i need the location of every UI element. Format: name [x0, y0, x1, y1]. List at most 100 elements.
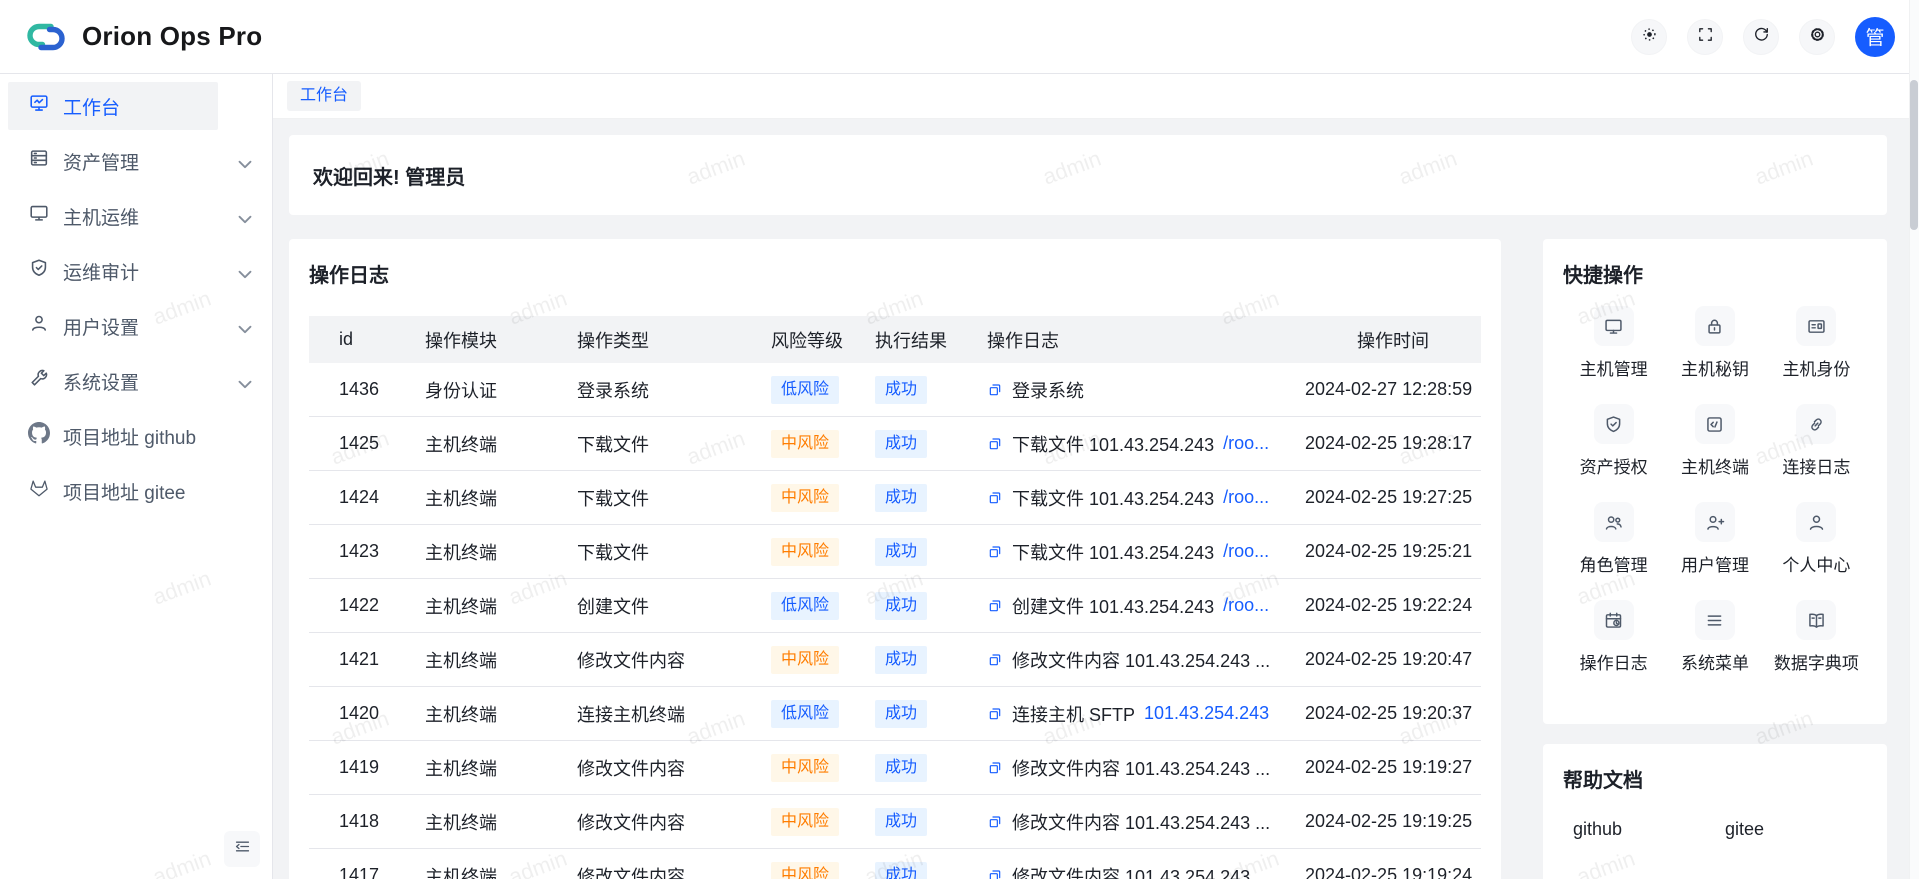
log-link[interactable]: 101.43.254.243	[1144, 703, 1269, 724]
cell-module: 主机终端	[425, 809, 577, 835]
table-header: id 操作模块 操作类型 风险等级 执行结果 操作日志 操作时间	[309, 316, 1481, 363]
quick-action-label: 角色管理	[1580, 551, 1648, 576]
copy-icon[interactable]	[987, 544, 1003, 560]
result-badge: 成功	[875, 646, 927, 674]
result-badge: 成功	[875, 592, 927, 620]
quick-action[interactable]: 角色管理	[1580, 502, 1648, 576]
sidebar-item[interactable]: 工作台	[8, 82, 218, 130]
quick-action[interactable]: 个人中心	[1782, 502, 1850, 576]
settings-button[interactable]	[1799, 19, 1835, 55]
tab-workbench[interactable]: 工作台	[287, 81, 361, 111]
sidebar-item[interactable]: 用户设置	[8, 302, 218, 350]
cell-log: 创建文件 101.43.254.243 /roo...	[987, 593, 1305, 619]
cell-log: 修改文件内容 101.43.254.243 ...	[987, 809, 1305, 835]
quick-action-icon	[1594, 502, 1634, 542]
menu-fold-icon	[233, 837, 252, 861]
sidebar-item[interactable]: 主机运维	[8, 192, 218, 240]
risk-badge: 低风险	[771, 700, 839, 728]
chevron-down-icon	[234, 373, 250, 389]
copy-icon[interactable]	[987, 868, 1003, 879]
quick-action-label: 数据字典项	[1774, 649, 1859, 674]
column-header-result: 执行结果	[875, 327, 987, 353]
gear-icon	[1808, 25, 1827, 49]
cell-type: 连接主机终端	[577, 701, 771, 727]
cell-type: 修改文件内容	[577, 755, 771, 781]
log-text: 下载文件 101.43.254.243	[1012, 539, 1214, 565]
cell-module: 主机终端	[425, 755, 577, 781]
column-header-log: 操作日志	[987, 327, 1305, 353]
help-link[interactable]: github	[1563, 819, 1715, 840]
cell-id: 1419	[309, 757, 425, 778]
copy-icon[interactable]	[987, 814, 1003, 830]
sidebar-item[interactable]: 运维审计	[8, 247, 218, 295]
log-link[interactable]: /roo...	[1223, 433, 1269, 454]
help-docs-panel: 帮助文档 github gitee	[1543, 744, 1887, 879]
cell-id: 1418	[309, 811, 425, 832]
sidebar-item-icon	[28, 477, 50, 505]
quick-action[interactable]: 主机终端	[1681, 404, 1749, 478]
copy-icon[interactable]	[987, 598, 1003, 614]
quick-action[interactable]: 数据字典项	[1774, 600, 1859, 674]
cell-log: 下载文件 101.43.254.243 /roo...	[987, 539, 1305, 565]
copy-icon[interactable]	[987, 490, 1003, 506]
copy-icon[interactable]	[987, 706, 1003, 722]
sidebar-item[interactable]: 资产管理	[8, 137, 218, 185]
result-badge: 成功	[875, 484, 927, 512]
quick-action-icon	[1594, 600, 1634, 640]
fullscreen-button[interactable]	[1687, 19, 1723, 55]
sidebar-item[interactable]: 系统设置	[8, 357, 218, 405]
cell-log: 下载文件 101.43.254.243 /roo...	[987, 431, 1305, 457]
user-avatar[interactable]: 管	[1855, 17, 1895, 57]
quick-action[interactable]: 主机管理	[1580, 306, 1648, 380]
risk-badge: 中风险	[771, 862, 839, 879]
log-link[interactable]: /roo...	[1223, 595, 1269, 616]
quick-action-icon	[1695, 502, 1735, 542]
quick-action[interactable]: 主机秘钥	[1681, 306, 1749, 380]
log-link[interactable]: /roo...	[1223, 487, 1269, 508]
help-link[interactable]: gitee	[1715, 819, 1867, 840]
sidebar-item[interactable]: 项目地址 github	[8, 412, 218, 460]
quick-action[interactable]: 主机身份	[1782, 306, 1850, 380]
refresh-button[interactable]	[1743, 19, 1779, 55]
help-docs-title: 帮助文档	[1563, 764, 1867, 793]
cell-time: 2024-02-27 12:28:59	[1305, 379, 1481, 400]
risk-badge: 低风险	[771, 376, 839, 404]
result-badge: 成功	[875, 538, 927, 566]
table-row: 1425 主机终端 下载文件 中风险 成功 下载文件 101.43.254.24…	[309, 417, 1481, 471]
table-row: 1421 主机终端 修改文件内容 中风险 成功 修改文件内容 101.43.25…	[309, 633, 1481, 687]
log-text: 下载文件 101.43.254.243	[1012, 485, 1214, 511]
cell-id: 1420	[309, 703, 425, 724]
quick-action-icon	[1796, 404, 1836, 444]
welcome-banner: 欢迎回来! 管理员	[289, 135, 1887, 215]
cell-type: 创建文件	[577, 593, 771, 619]
quick-action[interactable]: 连接日志	[1782, 404, 1850, 478]
risk-badge: 中风险	[771, 808, 839, 836]
log-link[interactable]: /roo...	[1223, 541, 1269, 562]
operation-log-title: 操作日志	[309, 259, 1481, 288]
log-text: 连接主机 SFTP	[1012, 701, 1135, 727]
table-row: 1424 主机终端 下载文件 中风险 成功 下载文件 101.43.254.24…	[309, 471, 1481, 525]
theme-toggle-button[interactable]	[1631, 19, 1667, 55]
quick-action[interactable]: 系统菜单	[1681, 600, 1749, 674]
column-header-risk: 风险等级	[771, 327, 875, 353]
quick-action-label: 系统菜单	[1681, 649, 1749, 674]
log-text: 修改文件内容 101.43.254.243 ...	[1012, 863, 1270, 879]
copy-icon[interactable]	[987, 760, 1003, 776]
quick-action[interactable]: 资产授权	[1580, 404, 1648, 478]
copy-icon[interactable]	[987, 652, 1003, 668]
sidebar-item-icon	[28, 202, 50, 230]
cell-id: 1424	[309, 487, 425, 508]
quick-action[interactable]: 操作日志	[1580, 600, 1648, 674]
copy-icon[interactable]	[987, 436, 1003, 452]
sidebar-item[interactable]: 项目地址 gitee	[8, 467, 218, 515]
cell-log: 修改文件内容 101.43.254.243 ...	[987, 863, 1305, 879]
cell-type: 修改文件内容	[577, 809, 771, 835]
quick-action[interactable]: 用户管理	[1681, 502, 1749, 576]
cell-id: 1436	[309, 379, 425, 400]
scrollbar-thumb[interactable]	[1910, 80, 1918, 230]
sidebar-collapse-button[interactable]	[224, 831, 260, 867]
app-logo[interactable]: Orion Ops Pro	[24, 19, 262, 55]
quick-action-icon	[1695, 306, 1735, 346]
copy-icon[interactable]	[987, 382, 1003, 398]
sidebar-item-label: 项目地址 github	[63, 423, 196, 450]
